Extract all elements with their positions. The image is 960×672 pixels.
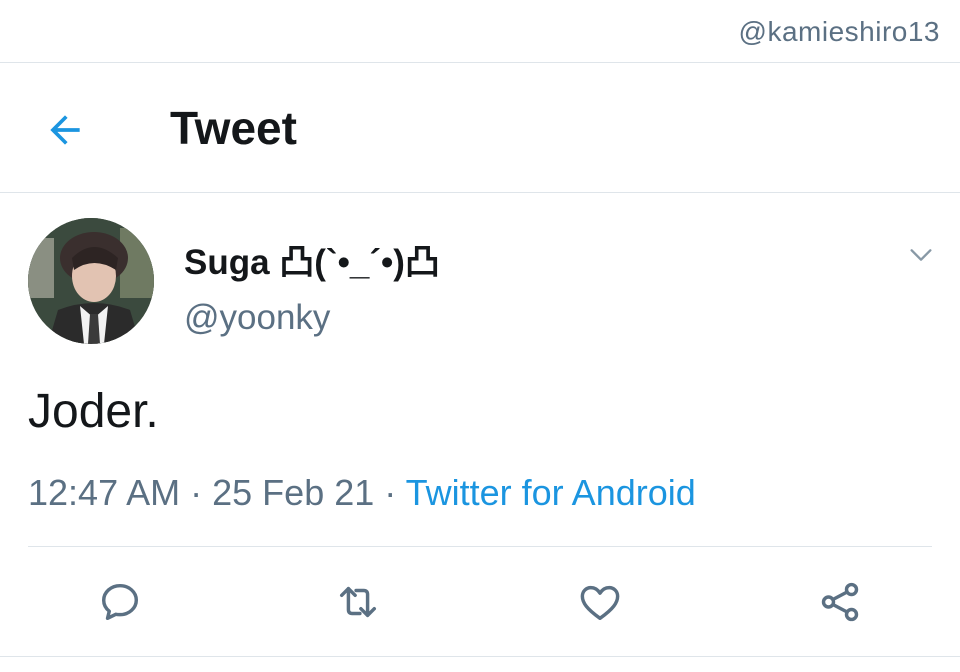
retweet-icon <box>339 586 377 618</box>
page-header: Tweet <box>0 63 960 193</box>
top-bar: @kamieshiro13 <box>0 0 960 63</box>
tweet-time: 12:47 AM <box>28 472 181 513</box>
reply-button[interactable] <box>94 576 146 628</box>
action-bar <box>0 560 960 644</box>
author-handle[interactable]: @yoonky <box>184 298 330 338</box>
arrow-left-icon <box>50 115 80 145</box>
avatar-image <box>28 218 154 344</box>
watermark-handle: @kamieshiro13 <box>738 16 940 47</box>
retweet-button[interactable] <box>332 576 384 628</box>
more-options-button[interactable] <box>902 236 940 274</box>
share-icon <box>821 582 859 622</box>
avatar[interactable] <box>28 218 154 344</box>
tweet-date: 25 Feb 21 <box>212 472 375 513</box>
bottom-divider <box>0 656 960 657</box>
share-button[interactable] <box>814 576 866 628</box>
tweet-text: Joder. <box>28 385 159 438</box>
tweet-meta: 12:47 AM · 25 Feb 21 · Twitter for Andro… <box>28 472 696 514</box>
meta-separator: · <box>190 472 203 513</box>
author-display-name[interactable]: Suga 凸(`•_´•)凸 <box>184 234 440 285</box>
back-button[interactable] <box>38 103 92 157</box>
meta-separator: · <box>384 472 397 513</box>
divider <box>28 546 932 547</box>
like-button[interactable] <box>574 576 626 628</box>
tweet-source-link[interactable]: Twitter for Android <box>406 472 696 513</box>
page-title: Tweet <box>170 102 297 154</box>
heart-icon <box>580 585 620 621</box>
chevron-down-icon <box>910 249 932 261</box>
reply-icon <box>101 583 139 621</box>
tweet-detail-screen: @kamieshiro13 Tweet Suga 凸(`•_´•)凸 @yoon… <box>0 0 960 672</box>
